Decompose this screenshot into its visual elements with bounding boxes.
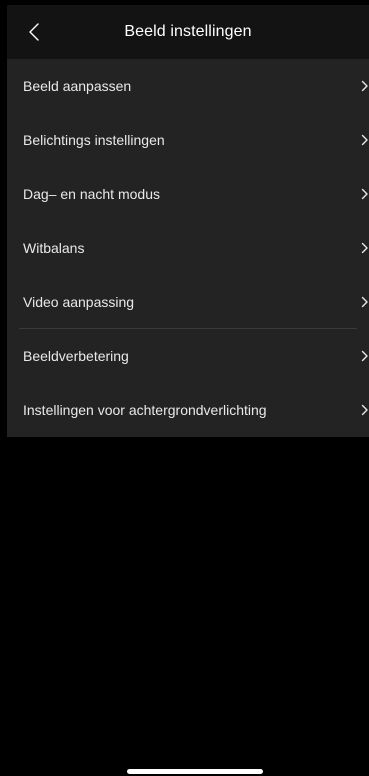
menu-item-video-aanpassing[interactable]: Video aanpassing [7,275,369,329]
menu-item-beeldverbetering[interactable]: Beeldverbetering [7,329,369,383]
menu-item-label: Belichtings instellingen [23,132,165,148]
home-indicator[interactable] [127,769,263,774]
menu-item-label: Instellingen voor achtergrondverlichting [23,402,267,418]
menu-item-label: Witbalans [23,240,85,256]
menu-item-label: Dag– en nacht modus [23,186,160,202]
menu-item-dag-en-nacht-modus[interactable]: Dag– en nacht modus [7,167,369,221]
chevron-right-icon [361,242,368,254]
menu-item-beeld-aanpassen[interactable]: Beeld aanpassen [7,59,369,113]
chevron-right-icon [361,134,368,146]
menu-item-belichtings-instellingen[interactable]: Belichtings instellingen [7,113,369,167]
chevron-right-icon [361,80,368,92]
menu-item-witbalans[interactable]: Witbalans [7,221,369,275]
page-title: Beeld instellingen [124,23,252,40]
chevron-right-icon [361,350,368,362]
menu-item-label: Beeldverbetering [23,348,129,364]
settings-menu: Beeld aanpassen Belichtings instellingen… [7,59,369,437]
header-bar: Beeld instellingen [7,5,369,59]
chevron-right-icon [361,188,368,200]
menu-item-achtergrondverlichting[interactable]: Instellingen voor achtergrondverlichting [7,383,369,437]
chevron-right-icon [361,404,368,416]
chevron-right-icon [361,296,368,308]
menu-item-label: Video aanpassing [23,294,135,310]
menu-item-label: Beeld aanpassen [23,78,132,94]
